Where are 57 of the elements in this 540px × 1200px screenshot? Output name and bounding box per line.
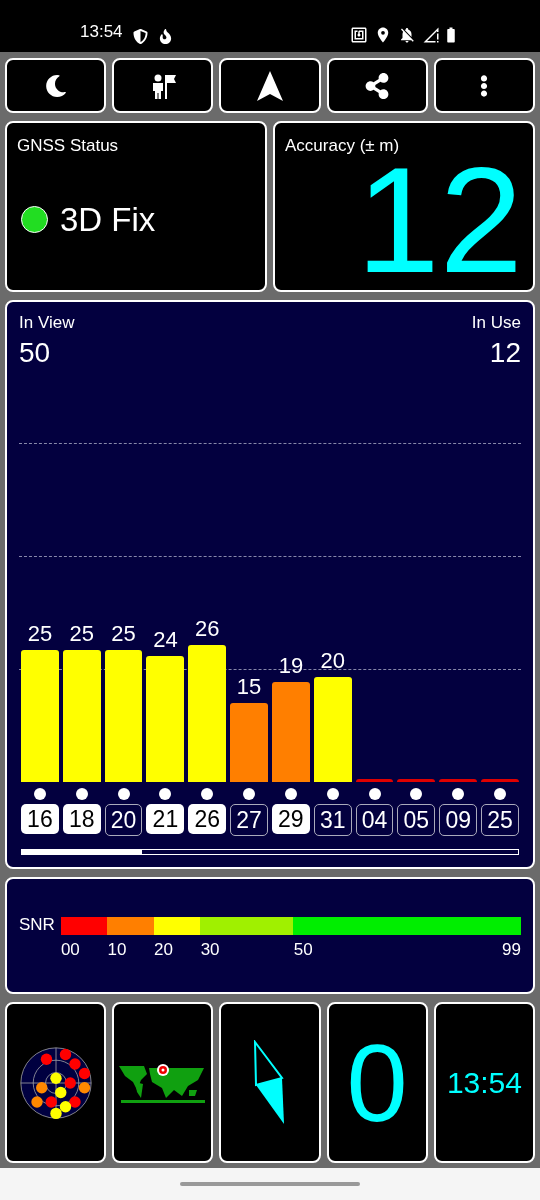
satellite-id: 20 [104, 803, 143, 836]
accuracy-value: 12 [356, 154, 523, 285]
person-flag-button[interactable] [112, 58, 214, 113]
snr-value: 25 [110, 620, 137, 649]
satellite-id: 05 [397, 803, 436, 836]
snr-value: 25 [68, 620, 95, 649]
satellite-id: 09 [439, 803, 478, 836]
satellite-id: 31 [313, 803, 352, 836]
snr-scale-label: 10 [107, 939, 127, 961]
in-view-count: 50 [19, 335, 51, 370]
snr-scale-label: 30 [200, 939, 220, 961]
night-mode-button[interactable] [5, 58, 107, 113]
snr-value: 24 [152, 625, 179, 654]
satellite-id: 25 [481, 803, 519, 836]
navigation-arrow-icon [257, 70, 283, 101]
snr-value: 25 [26, 620, 54, 649]
bell-off-icon [398, 26, 416, 44]
signal-icon [422, 26, 440, 44]
more-button[interactable] [433, 58, 535, 113]
snr-value: 26 [194, 615, 221, 643]
satellite-id: 29 [271, 803, 310, 834]
snr-label: SNR [19, 915, 55, 936]
sky-plot-tile[interactable] [5, 1002, 107, 1163]
status-time: 13:54 [80, 20, 123, 43]
share-button[interactable] [326, 58, 428, 113]
share-icon [364, 72, 391, 99]
snr-value: 20 [319, 646, 346, 675]
moon-icon [44, 74, 67, 97]
satellite-id: 16 [21, 803, 59, 834]
satellite-id: 18 [62, 803, 101, 834]
snr-scale-label: 99 [502, 939, 521, 961]
compass-needle-icon [253, 1039, 287, 1126]
world-map-tile[interactable] [112, 1002, 214, 1163]
satellite-id: 21 [146, 803, 185, 834]
shield-icon [132, 29, 148, 44]
snr-value: 15 [235, 672, 263, 701]
navigation-button[interactable] [219, 58, 321, 113]
snr-value: 19 [277, 651, 305, 680]
satellite-id: 27 [230, 803, 268, 836]
fix-status: 3D Fix [60, 199, 156, 240]
nfc-icon [350, 26, 368, 44]
clock-time: 13:54 [446, 1065, 522, 1101]
count-value: 0 [346, 1027, 408, 1138]
flame-icon [157, 29, 173, 44]
snr-scale-label: 00 [60, 939, 80, 961]
compass-tile[interactable] [219, 1002, 321, 1163]
count-tile[interactable]: 0 [326, 1002, 428, 1163]
snr-scale-label: 50 [293, 939, 313, 961]
snr-scale-label: 20 [154, 939, 173, 961]
in-view-label: In View [19, 312, 75, 334]
satellite-id: 04 [355, 803, 394, 836]
in-use-label: In Use [471, 312, 521, 334]
card-title: Accuracy (± m) [285, 135, 401, 157]
clock-tile[interactable]: 13:54 [433, 1002, 535, 1163]
card-title: GNSS Status [17, 135, 120, 157]
in-use-count: 12 [489, 335, 521, 370]
satellite-id: 26 [188, 803, 227, 834]
